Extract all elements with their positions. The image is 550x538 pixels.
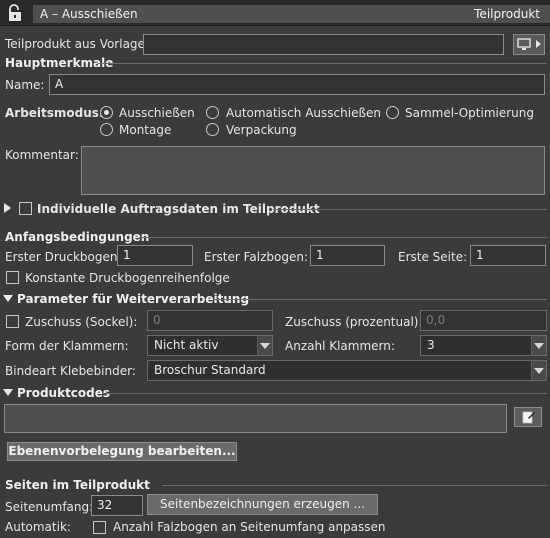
expand-right-icon[interactable] <box>4 203 11 213</box>
comment-textarea[interactable] <box>81 146 545 195</box>
clamp-form-select[interactable]: Nicht aktiv <box>147 335 273 356</box>
product-codes-title: Produktcodes <box>17 386 111 400</box>
page-count-label: Seitenumfang: <box>5 500 94 514</box>
radio-verpackung[interactable] <box>206 123 219 136</box>
allowance-base-label[interactable]: Zuschuss (Sockel): <box>25 315 137 329</box>
initial-conditions-title: Anfangsbedingungen <box>5 230 150 244</box>
pages-title: Seiten im Teilprodukt <box>5 478 150 492</box>
allowance-base-input[interactable]: 0 <box>147 310 273 331</box>
generate-page-names-button[interactable]: Seitenbezeichnungen erzeugen ... <box>147 494 378 515</box>
chevron-down-icon <box>531 336 546 355</box>
allowance-base-checkbox[interactable] <box>6 315 19 328</box>
edit-codes-button[interactable] <box>514 407 542 427</box>
radio-auto[interactable] <box>206 106 219 119</box>
radio-sammel-label[interactable]: Sammel-Optimierung <box>405 106 534 120</box>
radio-auto-label[interactable]: Automatisch Ausschießen <box>226 106 381 120</box>
clamp-count-select[interactable]: 3 <box>420 335 547 356</box>
individual-order-checkbox[interactable] <box>19 202 32 215</box>
collapse-down-icon[interactable] <box>3 389 13 396</box>
radio-montage-label[interactable]: Montage <box>119 123 171 137</box>
page-count-input[interactable]: 32 <box>91 495 143 516</box>
auto-fold-label[interactable]: Anzahl Falzbogen an Seitenumfang anpasse… <box>113 520 386 534</box>
edit-icon <box>522 411 535 424</box>
radio-verpackung-label[interactable]: Verpackung <box>226 123 297 137</box>
first-fold-label: Erster Falzbogen: <box>204 250 308 264</box>
clamp-form-label: Form der Klammern: <box>5 339 129 353</box>
comment-label: Kommentar: <box>5 148 79 162</box>
template-browse-button[interactable] <box>513 34 545 55</box>
first-page-label: Erste Seite: <box>398 250 468 264</box>
divider <box>273 209 547 210</box>
window-type-label: Teilprodukt <box>474 7 540 21</box>
name-label: Name: <box>5 78 45 92</box>
template-label: Teilprodukt aus Vorlage: <box>5 37 149 51</box>
binding-label: Bindeart Klebebinder: <box>5 364 136 378</box>
chevron-down-icon <box>531 361 546 380</box>
monitor-icon <box>517 38 531 50</box>
clamp-count-label: Anzahl Klammern: <box>285 339 395 353</box>
mode-label: Arbeitsmodus: <box>5 106 104 120</box>
auto-fold-checkbox[interactable] <box>93 521 106 534</box>
radio-sammel[interactable] <box>386 106 399 119</box>
lock-icon[interactable] <box>6 3 26 23</box>
name-input[interactable]: A <box>49 74 545 95</box>
first-sheet-label: Erster Druckbogen: <box>5 250 122 264</box>
window-title: A – Ausschießen <box>40 7 138 21</box>
clamp-form-value: Nicht aktiv <box>154 338 219 352</box>
chevron-right-icon <box>536 40 541 48</box>
chevron-down-icon <box>257 336 272 355</box>
divider <box>162 485 547 486</box>
binding-select[interactable]: Broschur Standard <box>147 360 547 381</box>
radio-ausschiessen[interactable] <box>100 106 113 119</box>
divider <box>139 237 547 238</box>
clamp-count-value: 3 <box>427 338 435 352</box>
first-fold-input[interactable]: 1 <box>310 245 385 266</box>
edit-layer-assignment-button[interactable]: Ebenenvorbelegung bearbeiten... <box>7 442 237 461</box>
allowance-pct-label: Zuschuss (prozentual): <box>285 315 423 329</box>
divider <box>98 63 547 64</box>
allowance-pct-input[interactable]: 0,0 <box>420 310 547 331</box>
constant-order-label[interactable]: Konstante Druckbogenreihenfolge <box>25 271 230 285</box>
automatic-label: Automatik: <box>5 520 71 534</box>
divider <box>103 393 547 394</box>
constant-order-checkbox[interactable] <box>6 271 19 284</box>
template-input[interactable] <box>143 34 504 55</box>
binding-value: Broschur Standard <box>154 363 266 377</box>
collapse-down-icon[interactable] <box>3 295 13 302</box>
radio-montage[interactable] <box>100 123 113 136</box>
title-bar: A – Ausschießen Teilprodukt <box>0 0 550 26</box>
product-codes-input[interactable] <box>4 404 507 433</box>
first-page-input[interactable]: 1 <box>470 245 546 266</box>
radio-ausschiessen-label[interactable]: Ausschießen <box>119 106 195 120</box>
divider <box>215 299 547 300</box>
first-sheet-input[interactable]: 1 <box>117 245 193 266</box>
